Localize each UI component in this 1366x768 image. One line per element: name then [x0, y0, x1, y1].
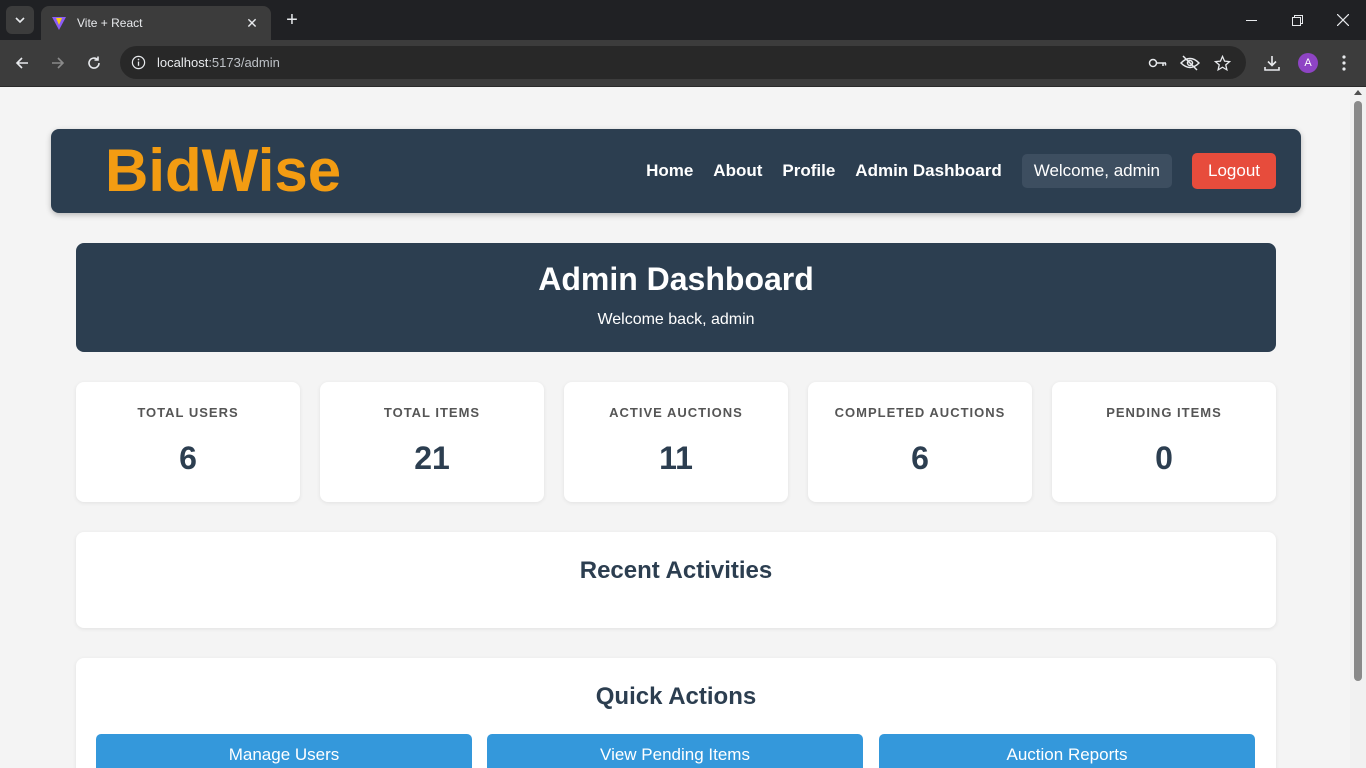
recent-activities-panel: Recent Activities — [76, 532, 1276, 628]
stat-value: 11 — [659, 440, 693, 476]
site-navbar: BidWise Home About Profile Admin Dashboa… — [51, 129, 1301, 213]
nav-link-profile[interactable]: Profile — [782, 161, 835, 181]
url-host: localhost — [157, 55, 209, 70]
dashboard-header: Admin Dashboard Welcome back, admin — [76, 243, 1276, 352]
bookmark-button[interactable] — [1211, 52, 1233, 74]
welcome-chip: Welcome, admin — [1021, 153, 1172, 188]
browser-toolbar: localhost:5173/admin — [0, 40, 1366, 87]
stats-row: TOTAL USERS 6 TOTAL ITEMS 21 ACTIVE AUCT… — [76, 382, 1276, 502]
page-subtitle: Welcome back, admin — [597, 311, 755, 328]
restore-icon — [1291, 14, 1303, 26]
stat-value: 6 — [911, 440, 929, 476]
site-logo[interactable]: BidWise — [105, 137, 341, 205]
page-content: BidWise Home About Profile Admin Dashboa… — [0, 87, 1350, 768]
profile-avatar[interactable]: A — [1298, 53, 1318, 73]
reload-icon — [88, 56, 100, 69]
downloads-button[interactable] — [1258, 49, 1286, 77]
quick-actions-title: Quick Actions — [595, 683, 757, 710]
nav-link-admin-dashboard[interactable]: Admin Dashboard — [855, 161, 1001, 181]
scroll-thumb[interactable] — [1354, 101, 1362, 681]
page-scrollbar[interactable] — [1350, 87, 1366, 768]
address-bar[interactable]: localhost:5173/admin — [120, 46, 1246, 79]
browser-tab-bar: Vite + React ✕ + — [0, 0, 1366, 40]
forward-button[interactable] — [43, 48, 73, 78]
back-button[interactable] — [7, 48, 37, 78]
restore-button[interactable] — [1274, 0, 1320, 40]
site-info-button[interactable] — [126, 50, 151, 75]
nav-link-home[interactable]: Home — [646, 161, 693, 181]
tracking-protection-button[interactable] — [1179, 52, 1201, 74]
info-icon — [131, 55, 146, 70]
tab-search-button[interactable] — [6, 6, 34, 34]
minimize-icon — [1245, 19, 1257, 21]
stat-value: 6 — [179, 440, 197, 476]
stat-label: COMPLETED AUCTIONS — [834, 405, 1006, 420]
auction-reports-button[interactable]: Auction Reports — [879, 734, 1255, 768]
stat-label: TOTAL USERS — [137, 405, 239, 420]
minimize-button[interactable] — [1228, 0, 1274, 40]
arrow-right-icon — [52, 57, 65, 69]
quick-actions-panel: Quick Actions Manage Users View Pending … — [76, 658, 1276, 768]
stat-value: 21 — [414, 440, 450, 476]
arrow-left-icon — [15, 57, 28, 69]
new-tab-button[interactable]: + — [281, 9, 303, 31]
stat-card-completed-auctions: COMPLETED AUCTIONS 6 — [808, 382, 1032, 502]
stat-label: TOTAL ITEMS — [383, 405, 481, 420]
eye-off-icon — [1180, 55, 1200, 71]
close-icon — [1337, 14, 1349, 26]
stat-value: 0 — [1155, 440, 1173, 476]
key-icon — [1148, 58, 1167, 68]
chevron-down-icon — [15, 17, 25, 24]
more-vertical-icon — [1342, 55, 1346, 71]
url-path: :5173/admin — [208, 55, 280, 70]
password-key-button[interactable] — [1147, 52, 1169, 74]
page-title: Admin Dashboard — [538, 261, 814, 297]
browser-tab[interactable]: Vite + React ✕ — [41, 6, 271, 40]
download-icon — [1264, 56, 1280, 71]
view-pending-items-button[interactable]: View Pending Items — [487, 734, 863, 768]
url-text: localhost:5173/admin — [157, 55, 280, 70]
logout-button[interactable]: Logout — [1192, 152, 1276, 189]
scroll-up-arrow-icon[interactable] — [1354, 90, 1362, 95]
close-window-button[interactable] — [1320, 0, 1366, 40]
stat-card-total-items: TOTAL ITEMS 21 — [320, 382, 544, 502]
stat-card-total-users: TOTAL USERS 6 — [76, 382, 300, 502]
reload-button[interactable] — [79, 48, 109, 78]
nav-links: Home About Profile Admin Dashboard Welco… — [626, 150, 1276, 191]
manage-users-button[interactable]: Manage Users — [96, 734, 472, 768]
tab-title: Vite + React — [77, 16, 143, 30]
vite-logo-icon — [52, 17, 66, 30]
stat-card-pending-items: PENDING ITEMS 0 — [1052, 382, 1276, 502]
nav-link-about[interactable]: About — [713, 161, 762, 181]
stat-card-active-auctions: ACTIVE AUCTIONS 11 — [564, 382, 788, 502]
star-icon — [1213, 54, 1231, 71]
stat-label: PENDING ITEMS — [1106, 405, 1222, 420]
browser-menu-button[interactable] — [1330, 49, 1358, 77]
stat-label: ACTIVE AUCTIONS — [609, 405, 743, 420]
close-tab-icon[interactable]: ✕ — [243, 14, 261, 32]
recent-activities-title: Recent Activities — [579, 557, 773, 584]
